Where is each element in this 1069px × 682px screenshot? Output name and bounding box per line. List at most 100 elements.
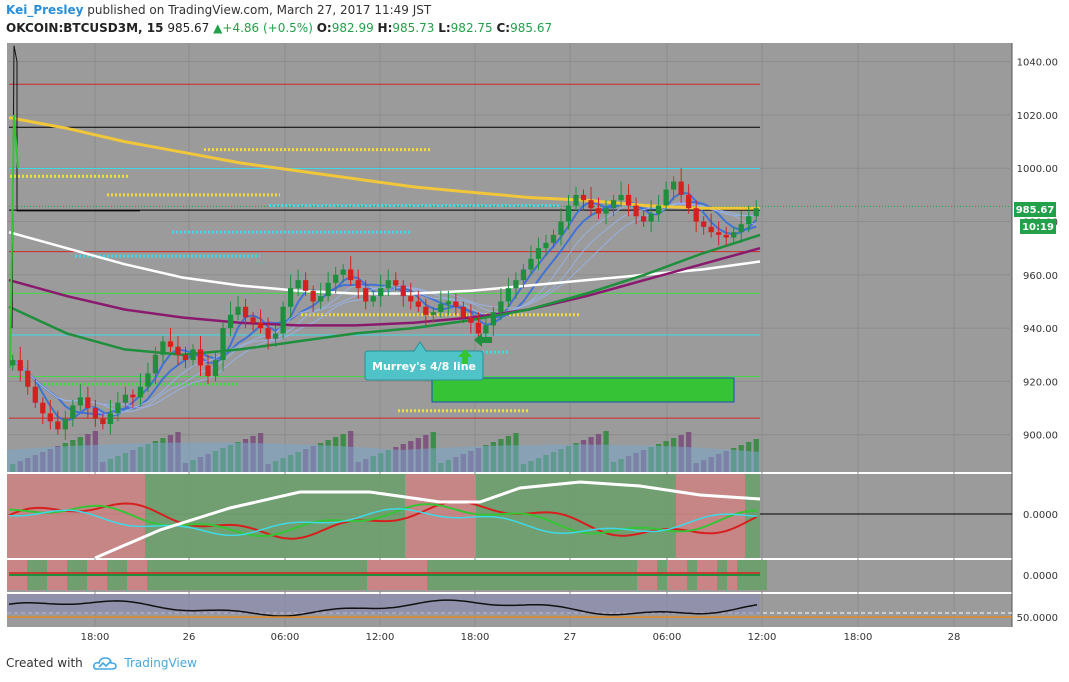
time-tick-6: 06:00 (653, 632, 682, 643)
close-label: C: (496, 21, 511, 35)
candle-body (17, 360, 23, 371)
candle-body (723, 234, 729, 238)
time-tick-1: 26 (183, 632, 196, 643)
candle-body (640, 216, 647, 222)
candle-body (663, 189, 669, 206)
candle-body (348, 269, 354, 281)
footer: Created with TradingView (6, 656, 197, 671)
candle-body (100, 418, 106, 425)
candle-body (528, 258, 534, 270)
candle-body (408, 296, 414, 302)
candle-body (625, 194, 632, 206)
candle-body (385, 280, 391, 289)
price-tick-1: 1020.00 (1017, 111, 1058, 122)
candle-body (468, 317, 474, 323)
osc-tick-2: 50.0000 (1017, 613, 1058, 624)
candle-body (731, 232, 737, 238)
current-price-label: 985.67 (1016, 205, 1055, 216)
candle-body (10, 360, 16, 366)
candle-body (303, 280, 309, 291)
candle-body (550, 234, 557, 243)
candle-body (107, 413, 114, 425)
candle-body (190, 349, 196, 361)
published-text: published on TradingView.com, March 27, … (87, 3, 432, 17)
candle-body (595, 208, 602, 214)
candle-body (55, 421, 61, 430)
candle-body (182, 354, 189, 361)
candle-body (558, 221, 564, 235)
candle-body (535, 248, 542, 259)
candle-body (438, 304, 444, 313)
open-label: O: (316, 21, 332, 35)
price-tick-6: 920.00 (1023, 377, 1058, 388)
candle-body (287, 288, 294, 307)
close-value: 985.67 (510, 21, 553, 35)
triangle-up-icon: ▲ (213, 21, 223, 35)
candle-body (197, 349, 204, 366)
candle-body (520, 269, 527, 281)
candle-body (175, 346, 181, 355)
candle-body (648, 213, 654, 222)
candle-body (445, 301, 451, 305)
high-label: H: (377, 21, 393, 35)
candle-body (701, 221, 707, 227)
author-link[interactable]: Kei_Presley (6, 3, 83, 17)
candle-body (400, 285, 406, 297)
price-tick-0: 1040.00 (1017, 58, 1058, 69)
candle-body (505, 288, 512, 302)
candle-body (333, 274, 339, 283)
candle-body (310, 290, 316, 302)
tradingview-cloud-icon (92, 656, 117, 670)
candle-body (145, 373, 151, 387)
candle-body (250, 317, 256, 323)
candle-body (483, 325, 489, 334)
last-price: 985.67 (167, 21, 210, 35)
candle-body (716, 232, 722, 235)
osc-tick-1: 0.0000 (1023, 571, 1058, 582)
candle-body (25, 370, 31, 387)
time-tick-2: 06:00 (271, 632, 300, 643)
price-tick-2: 1000.00 (1017, 164, 1058, 175)
candle-body (295, 280, 301, 289)
candle-body (130, 394, 136, 398)
high-value: 985.73 (392, 21, 435, 35)
candle-body (77, 397, 83, 406)
candle-body (565, 205, 572, 222)
candle-body (137, 386, 144, 398)
publish-line: Kei_Presley published on TradingView.com… (6, 3, 431, 17)
candle-body (220, 328, 226, 361)
candle-body (378, 288, 384, 297)
candle-body (355, 280, 361, 289)
candle-body (671, 181, 677, 190)
candle-body (423, 306, 429, 315)
candle-body (603, 208, 609, 214)
candle-body (47, 413, 53, 422)
candle-body (573, 194, 579, 206)
price-tick-5: 940.00 (1023, 324, 1058, 335)
candle-body (415, 301, 421, 307)
candle-body (678, 181, 684, 195)
candle-body (746, 216, 752, 225)
price-chart[interactable]: Murrey's 4/8 line 1040.00 1020.00 1000.00 9… (0, 40, 1069, 645)
candle-body (655, 205, 662, 214)
candle-body (633, 205, 639, 217)
candle-body (460, 306, 466, 318)
tradingview-brand-link[interactable]: TradingView (124, 656, 197, 670)
price-change: +4.86 (+0.5%) (222, 21, 313, 35)
main-panel[interactable] (7, 43, 1012, 472)
candle-body (235, 306, 241, 315)
annotation-text: Murrey's 4/8 line (372, 360, 476, 373)
candle-body (708, 226, 714, 233)
time-tick-3: 12:00 (366, 632, 395, 643)
candle-body (265, 328, 271, 339)
candle-body (543, 242, 549, 249)
price-tick-4: 960.00 (1023, 271, 1058, 282)
time-axis-ticks: 18:00 26 06:00 12:00 18:00 27 06:00 12:00 18:00 2… (81, 632, 961, 643)
candle-body (686, 194, 692, 209)
osc3-band (7, 594, 760, 614)
created-with-text: Created with (6, 656, 83, 670)
candle-body (453, 301, 459, 307)
candle-body (363, 288, 369, 302)
low-value: 982.75 (450, 21, 493, 35)
osc-tick-0: 0.0000 (1023, 510, 1058, 521)
